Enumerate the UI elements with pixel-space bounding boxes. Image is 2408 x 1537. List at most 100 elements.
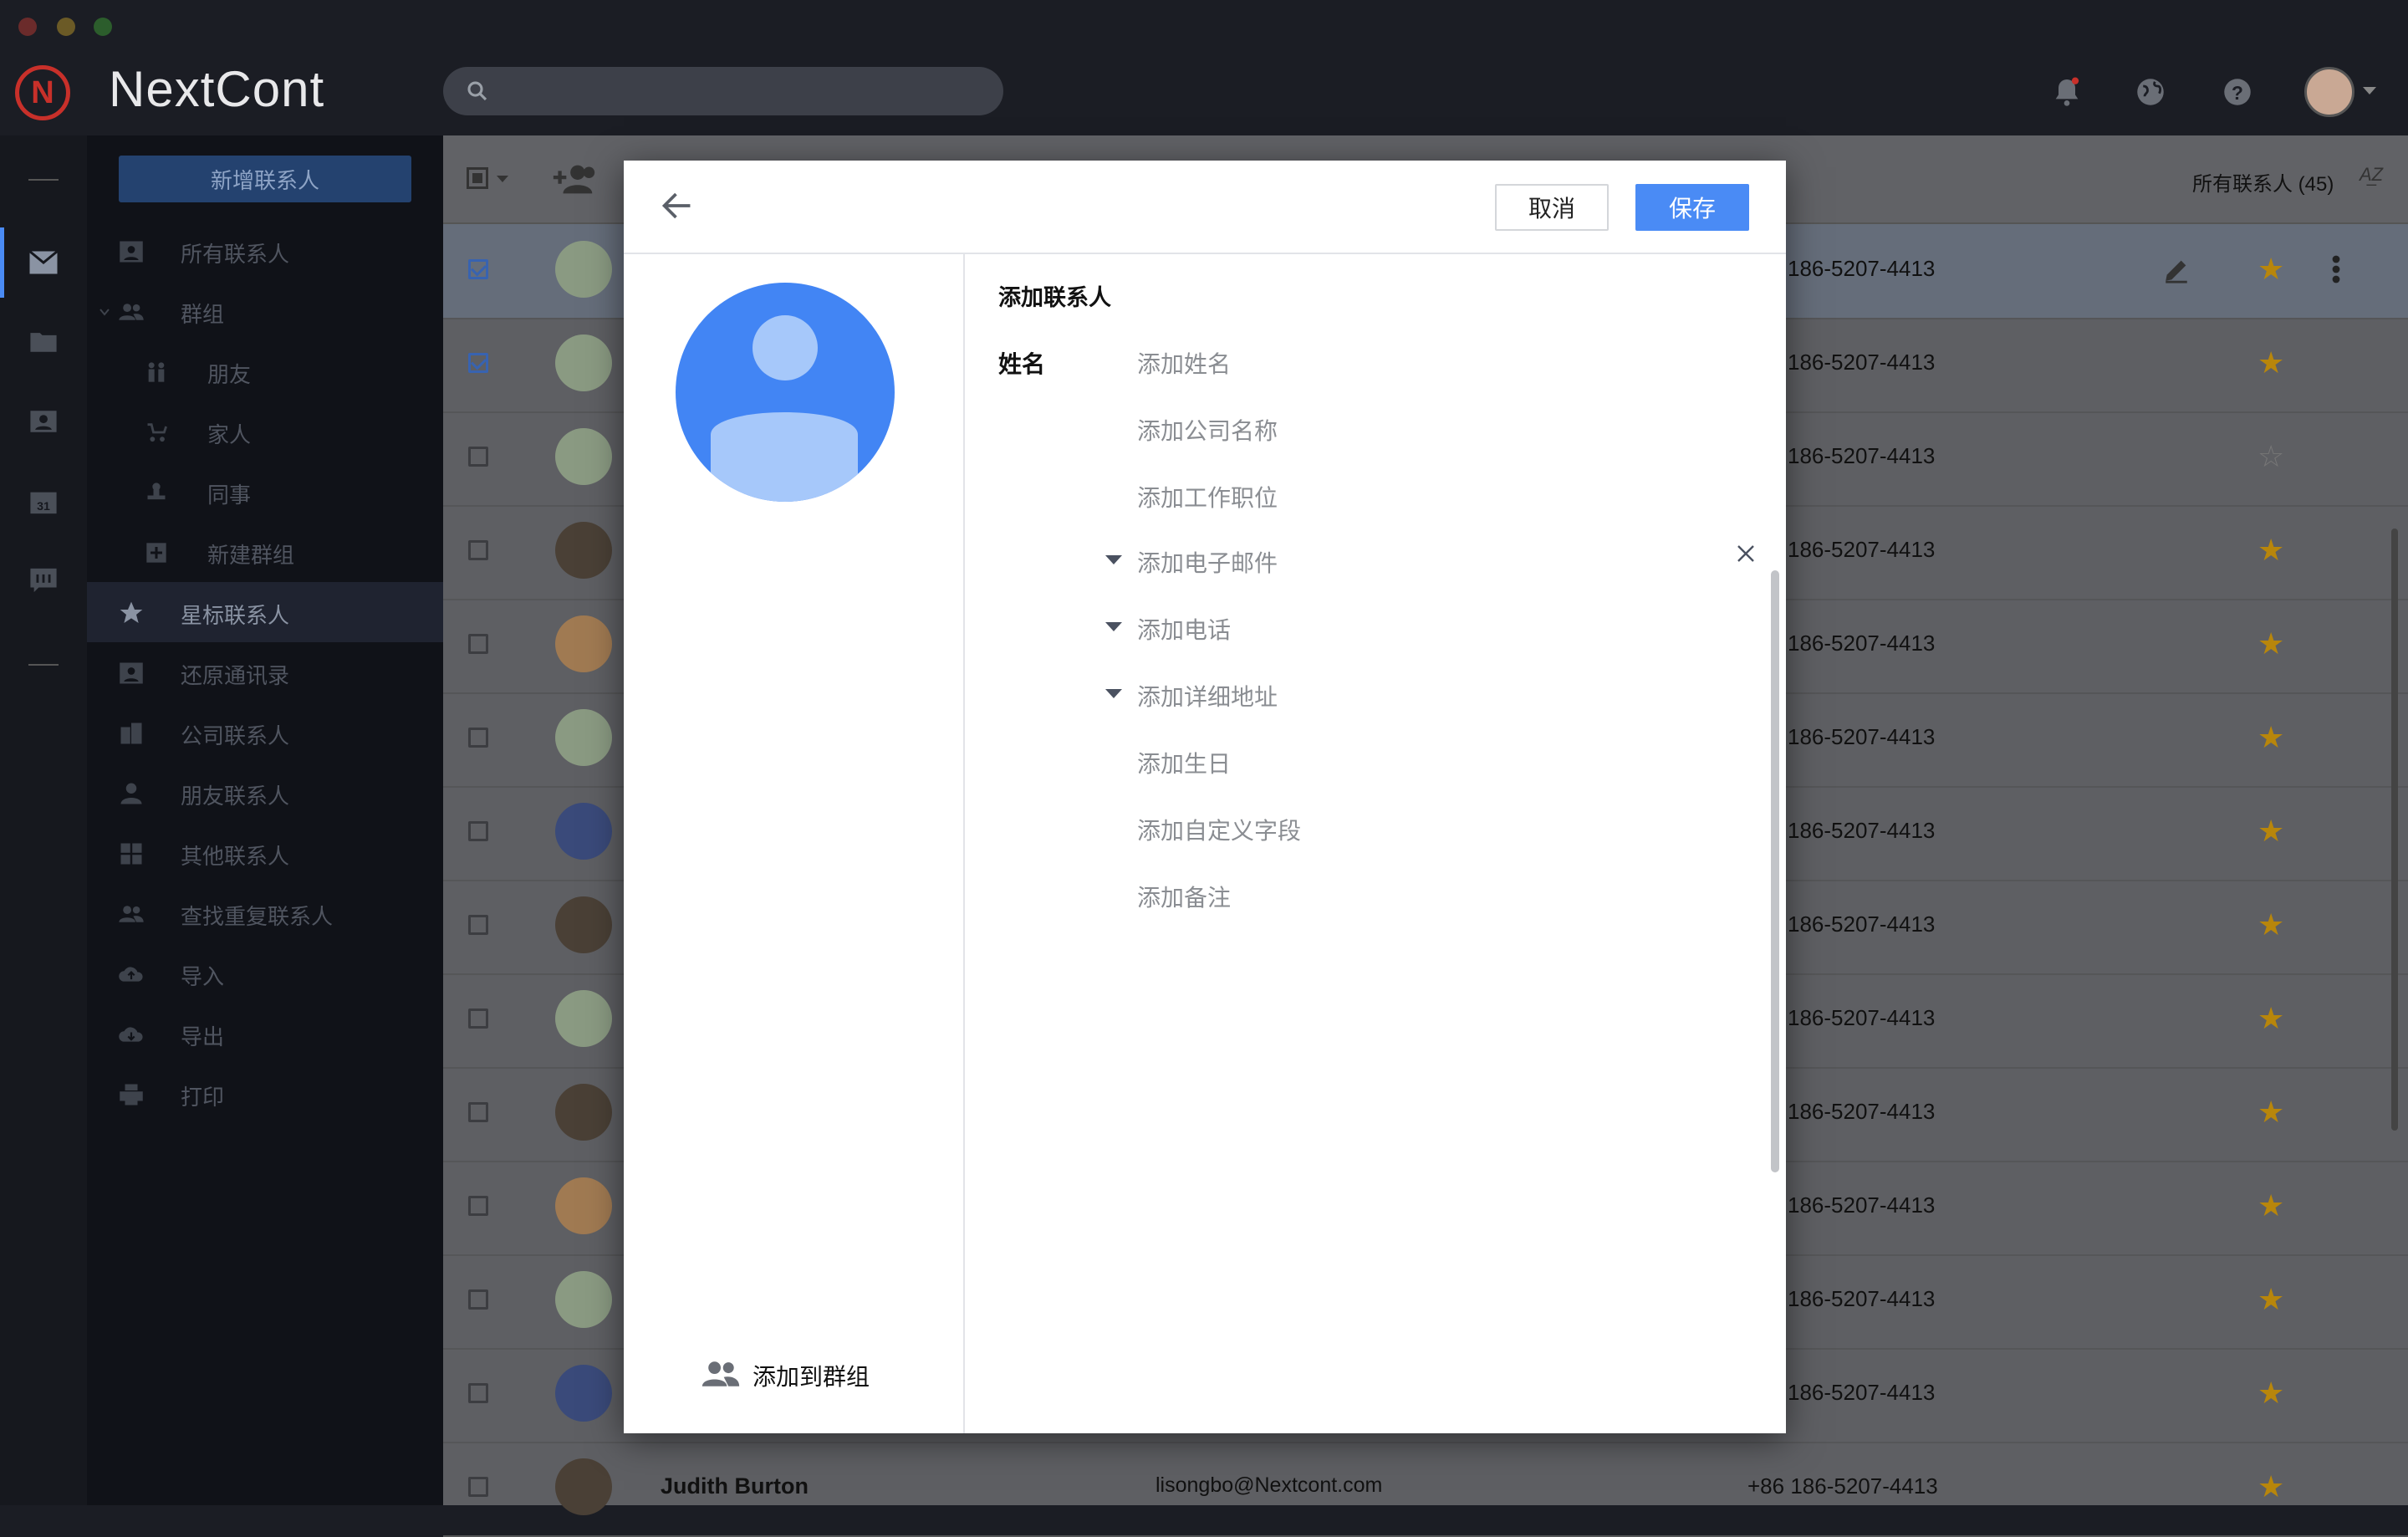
star-icon[interactable]: ★ — [2258, 910, 2284, 940]
user-avatar[interactable] — [2304, 67, 2354, 117]
add-to-group-button[interactable]: 添加到群组 — [701, 1355, 870, 1397]
remove-email-icon[interactable] — [1732, 540, 1759, 567]
minimize-window-button[interactable] — [57, 18, 75, 36]
email-type-dropdown-icon[interactable] — [1105, 555, 1122, 564]
address-type-dropdown-icon[interactable] — [1105, 689, 1122, 698]
row-checkbox[interactable] — [468, 915, 488, 935]
avatar — [555, 896, 612, 953]
printer-icon — [117, 1080, 145, 1109]
cancel-button[interactable]: 取消 — [1495, 184, 1609, 231]
star-icon[interactable]: ★ — [2258, 1284, 2284, 1315]
zoom-window-button[interactable] — [94, 18, 112, 36]
sidebar-item-company[interactable]: 公司联系人 — [87, 702, 443, 763]
mail-icon[interactable] — [25, 244, 62, 281]
row-checkbox[interactable] — [468, 353, 488, 373]
sidebar-item-restore[interactable]: 还原通讯录 — [87, 642, 443, 702]
star-icon[interactable]: ★ — [2258, 1003, 2284, 1034]
row-checkbox[interactable] — [468, 821, 488, 841]
plus-box-icon — [142, 539, 171, 567]
email-field[interactable]: 添加电子邮件 — [1137, 545, 1278, 579]
row-checkbox[interactable] — [468, 1383, 488, 1403]
chat-icon[interactable] — [25, 562, 62, 599]
star-icon[interactable]: ★ — [2258, 1097, 2284, 1127]
help-icon[interactable]: ? — [2219, 74, 2256, 110]
row-phone: 186-5207-4413 — [1788, 724, 1936, 749]
sidebar-item-export[interactable]: 导出 — [87, 1003, 443, 1064]
row-checkbox[interactable] — [468, 447, 488, 467]
calendar-icon[interactable]: 31 — [25, 483, 62, 520]
new-contact-button[interactable]: 新增联系人 — [119, 156, 411, 202]
table-row[interactable]: Judith Burton lisongbo@Nextcont.com +86 18… — [443, 1442, 2408, 1537]
phone-field[interactable]: 添加电话 — [1137, 612, 1231, 646]
rail-divider — [28, 664, 59, 666]
row-checkbox[interactable] — [468, 1008, 488, 1029]
logo-icon: N — [15, 65, 70, 120]
star-icon[interactable]: ★ — [2258, 535, 2284, 565]
star-icon[interactable]: ☆ — [2258, 442, 2284, 472]
contact-photo-placeholder[interactable] — [676, 283, 895, 502]
sidebar-item-friend-contacts[interactable]: 朋友联系人 — [87, 763, 443, 823]
address-field[interactable]: 添加详细地址 — [1137, 679, 1278, 712]
add-person-icon[interactable] — [550, 162, 599, 200]
row-checkbox[interactable] — [468, 728, 488, 748]
cloud-download-icon — [117, 1020, 145, 1049]
phone-type-dropdown-icon[interactable] — [1105, 622, 1122, 631]
row-checkbox[interactable] — [468, 1196, 488, 1216]
row-checkbox[interactable] — [468, 540, 488, 560]
custom-field[interactable]: 添加自定义字段 — [1137, 813, 1301, 846]
star-icon[interactable]: ★ — [2258, 1378, 2284, 1408]
star-icon[interactable]: ★ — [2258, 254, 2284, 284]
sidebar-item-family[interactable]: 家人 — [87, 401, 443, 462]
star-icon[interactable]: ★ — [2258, 1472, 2284, 1502]
close-window-button[interactable] — [18, 18, 37, 36]
row-checkbox[interactable] — [468, 1102, 488, 1122]
sidebar-item-label: 还原通讯录 — [181, 663, 290, 688]
back-arrow-icon[interactable] — [657, 186, 697, 226]
sidebar-item-friends[interactable]: 朋友 — [87, 341, 443, 401]
row-checkbox[interactable] — [468, 634, 488, 654]
save-button[interactable]: 保存 — [1635, 184, 1749, 231]
note-field[interactable]: 添加备注 — [1137, 880, 1231, 913]
sidebar-item-import[interactable]: 导入 — [87, 943, 443, 1003]
chevron-down-icon[interactable] — [2363, 87, 2376, 94]
chevron-down-icon[interactable] — [497, 176, 508, 182]
row-checkbox[interactable] — [468, 259, 488, 279]
sidebar-item-print[interactable]: 打印 — [87, 1064, 443, 1124]
sidebar-item-colleagues[interactable]: 同事 — [87, 462, 443, 522]
company-field[interactable]: 添加公司名称 — [1137, 413, 1278, 447]
sidebar-item-label: 公司联系人 — [181, 723, 290, 748]
globe-icon[interactable] — [2132, 74, 2169, 110]
top-bar — [0, 50, 2408, 135]
row-checkbox[interactable] — [468, 1289, 488, 1310]
star-icon[interactable]: ★ — [2258, 629, 2284, 659]
more-vert-icon[interactable] — [2331, 254, 2341, 289]
group-icon — [117, 298, 145, 326]
sidebar-item-starred[interactable]: 星标联系人 — [87, 582, 443, 642]
folder-icon[interactable] — [25, 323, 62, 360]
star-icon[interactable]: ★ — [2258, 348, 2284, 378]
sort-az-icon[interactable]: A͟Z — [2360, 164, 2383, 186]
sidebar-item-all-contacts[interactable]: 所有联系人 — [87, 221, 443, 281]
contacts-icon[interactable] — [25, 403, 62, 440]
birthday-field[interactable]: 添加生日 — [1137, 746, 1231, 779]
filter-label[interactable]: 所有联系人 (45) — [2192, 167, 2334, 197]
sidebar-item-other-contacts[interactable]: 其他联系人 — [87, 823, 443, 883]
sidebar-item-find-duplicates[interactable]: 查找重复联系人 — [87, 883, 443, 943]
sidebar-item-label: 同事 — [207, 483, 252, 508]
row-checkbox[interactable] — [468, 1477, 488, 1497]
people-icon — [117, 900, 145, 928]
star-icon[interactable]: ★ — [2258, 723, 2284, 753]
dialog-scrollbar[interactable] — [1771, 570, 1779, 1172]
notification-bell-icon[interactable] — [2048, 74, 2085, 110]
sidebar-item-groups[interactable]: 群组 — [87, 281, 443, 341]
list-scrollbar[interactable] — [2391, 529, 2398, 1131]
name-field[interactable]: 添加姓名 — [1137, 346, 1231, 380]
edit-pencil-icon[interactable] — [2162, 256, 2191, 289]
sidebar-item-label: 群组 — [181, 302, 225, 327]
sidebar-item-new-group[interactable]: 新建群组 — [87, 522, 443, 582]
job-title-field[interactable]: 添加工作职位 — [1137, 480, 1278, 513]
select-all-checkbox[interactable] — [467, 167, 488, 189]
search-input[interactable] — [443, 67, 1003, 115]
star-icon[interactable]: ★ — [2258, 1191, 2284, 1221]
star-icon[interactable]: ★ — [2258, 816, 2284, 846]
